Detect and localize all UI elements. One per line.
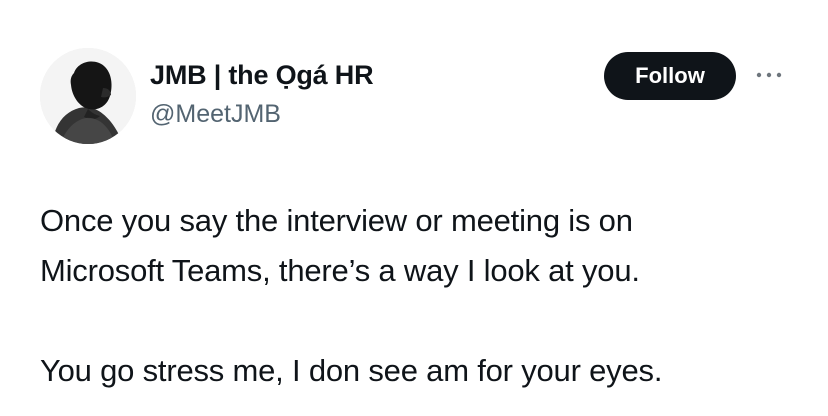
tweet-text: Once you say the interview or meeting is…: [40, 196, 810, 396]
profile-avatar[interactable]: [40, 48, 136, 144]
author-handle[interactable]: @MeetJMB: [150, 98, 281, 130]
tweet-text-line-2: Microsoft Teams, there’s a way I look at…: [40, 253, 640, 288]
profile-silhouette-icon: [40, 48, 136, 144]
tweet-card: JMB | the Ọgá HR @MeetJMB Follow Once yo…: [0, 0, 828, 416]
tweet-text-line-1: Once you say the interview or meeting is…: [40, 203, 633, 238]
author-display-name[interactable]: JMB | the Ọgá HR: [150, 58, 374, 92]
follow-button[interactable]: Follow: [604, 52, 736, 100]
more-options-button[interactable]: [752, 60, 786, 90]
tweet-text-line-3: You go stress me, I don see am for your …: [40, 353, 663, 388]
more-horizontal-icon: [756, 72, 782, 78]
